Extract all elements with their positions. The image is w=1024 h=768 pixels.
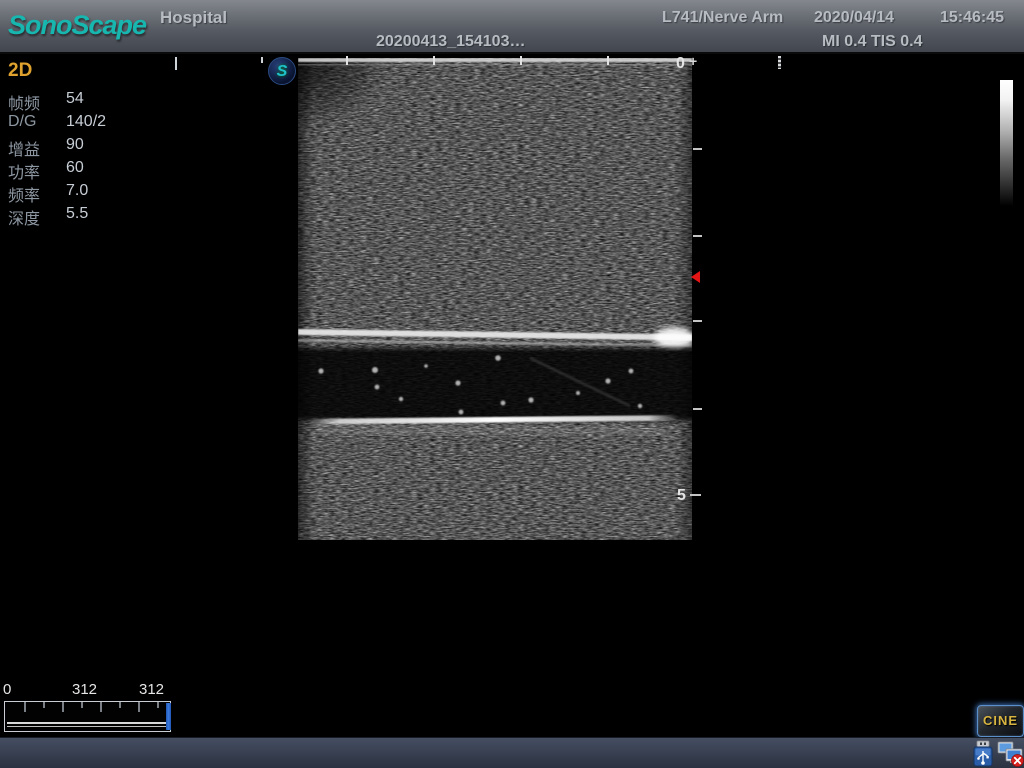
- width-ruler-tick: [607, 56, 609, 65]
- cine-tick: [100, 702, 102, 712]
- param-value: 54: [66, 90, 84, 113]
- cine-frame-labels: 0 312 312: [0, 681, 180, 699]
- param-dynamic-range: D/G 140/2: [8, 113, 106, 136]
- param-label: 增益: [8, 136, 66, 159]
- system-date: 2020/04/14: [814, 9, 894, 27]
- focus-marker-icon: [691, 271, 700, 283]
- tgc-marker: [175, 57, 177, 70]
- param-label: D/G: [8, 113, 66, 136]
- network-disconnected-icon[interactable]: [997, 740, 1023, 767]
- param-power: 功率 60: [8, 159, 106, 182]
- cine-tick: [119, 702, 121, 708]
- exam-file-name: 20200413_154103…: [376, 33, 525, 51]
- depth-ruler-tick: [693, 408, 702, 410]
- param-label: 深度: [8, 205, 66, 228]
- imaging-parameters-panel: 2D 帧频 54 D/G 140/2 增益 90 功率 60 频率 7.0 深度…: [8, 60, 106, 228]
- cine-tick: [157, 702, 159, 708]
- cine-total-frames: 312: [139, 681, 164, 698]
- depth-ruler-five: 5: [677, 487, 686, 505]
- cine-tick: [62, 702, 64, 712]
- ultrasound-b-mode-image: [298, 58, 692, 540]
- cine-current-frame: 312: [72, 681, 97, 698]
- taskbar: [0, 737, 1024, 768]
- cine-position-handle[interactable]: [166, 703, 171, 730]
- tgc-marker: [778, 56, 781, 69]
- depth-ruler-zero: 0: [676, 55, 685, 73]
- width-ruler-tick: [346, 56, 348, 65]
- acoustic-output-indices: MI 0.4 TIS 0.4: [822, 33, 922, 51]
- width-ruler-tick: [520, 56, 522, 65]
- cine-tick: [81, 702, 83, 708]
- param-value: 5.5: [66, 205, 88, 228]
- cine-start-frame: 0: [3, 681, 11, 698]
- param-value: 90: [66, 136, 84, 159]
- cine-tick: [43, 702, 45, 708]
- param-label: 帧频: [8, 90, 66, 113]
- probe-preset: L741/Nerve Arm: [662, 9, 783, 27]
- param-depth: 深度 5.5: [8, 205, 106, 228]
- ultrasound-screen: SonoScape Hospital L741/Nerve Arm 2020/0…: [0, 0, 1024, 768]
- depth-ruler-tick: [693, 320, 702, 322]
- param-gain: 增益 90: [8, 136, 106, 159]
- hospital-name: Hospital: [160, 8, 227, 28]
- cine-tick: [24, 702, 26, 712]
- cine-track-line: [7, 726, 168, 727]
- usb-device-icon[interactable]: [971, 740, 997, 767]
- sonoscape-logo: SonoScape: [8, 10, 146, 41]
- param-value: 60: [66, 159, 84, 182]
- cine-tick: [138, 702, 140, 712]
- param-value: 140/2: [66, 113, 106, 136]
- depth-ruler-tick: [690, 494, 701, 496]
- param-label: 频率: [8, 182, 66, 205]
- grayscale-map-bar: [1000, 80, 1013, 206]
- tgc-marker: [261, 57, 263, 63]
- param-frame-rate: 帧频 54: [8, 90, 106, 113]
- top-status-bar: SonoScape Hospital L741/Nerve Arm 2020/0…: [0, 0, 1024, 54]
- probe-orientation-mark-icon: S: [268, 57, 296, 85]
- mode-label: 2D: [8, 60, 106, 82]
- cine-track-line: [7, 722, 168, 724]
- depth-ruler-tick: [693, 235, 702, 237]
- cine-scrubber-track[interactable]: [4, 701, 171, 732]
- param-value: 7.0: [66, 182, 88, 205]
- param-frequency: 频率 7.0: [8, 182, 106, 205]
- cine-button[interactable]: CINE: [977, 705, 1024, 737]
- depth-ruler-zero-tick: +: [689, 53, 697, 69]
- width-ruler-tick: [433, 56, 435, 65]
- param-label: 功率: [8, 159, 66, 182]
- depth-ruler-tick: [693, 148, 702, 150]
- system-time: 15:46:45: [940, 9, 1004, 27]
